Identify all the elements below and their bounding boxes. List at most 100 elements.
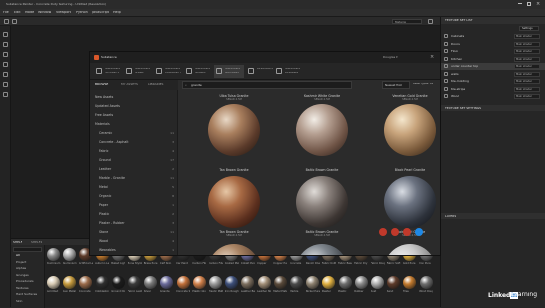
visibility-icon[interactable] (444, 64, 448, 68)
material-preset-thumb[interactable] (95, 276, 109, 289)
material-thumbnail[interactable] (384, 244, 436, 255)
material-preset-thumb[interactable] (47, 276, 60, 289)
asset-type-filter[interactable]: Asset Types: All (413, 83, 433, 86)
material-preset-thumb[interactable] (176, 276, 190, 289)
texture-set-row[interactable]: Kitchen Main shader (441, 56, 545, 63)
filter-item[interactable]: Leather 2 (90, 165, 178, 173)
shader-dropdown[interactable]: Main shader (514, 71, 540, 77)
tab-my-assets[interactable]: MY ASSETS (121, 82, 138, 86)
shelf-category[interactable]: Hard Surfaces (16, 292, 37, 296)
eraser-tool-icon[interactable] (3, 42, 8, 47)
filter-item[interactable]: Updated Assets (90, 102, 178, 110)
texture-set-row[interactable]: Cabinets Main shader (441, 33, 545, 40)
menu-edit[interactable]: Edit (14, 11, 21, 14)
filter-item[interactable]: Materials (90, 120, 178, 128)
user-menu[interactable]: Douglas ▾ (383, 56, 398, 59)
download-icon[interactable] (379, 228, 387, 236)
paint-brush-icon[interactable] (4, 19, 9, 24)
shader-dropdown[interactable]: Main shader (514, 49, 540, 54)
visibility-icon[interactable] (444, 79, 448, 83)
filter-item[interactable]: Concrete - Asphalt 3 (90, 138, 178, 146)
nav-tab[interactable]: RESOURCES (246, 65, 276, 78)
close-icon[interactable]: × (536, 2, 540, 7)
filter-item[interactable]: Stone 11 (90, 228, 178, 236)
menu-mode[interactable]: Mode (25, 11, 34, 14)
paint-tool-icon[interactable] (3, 32, 8, 37)
material-preset-thumb[interactable] (354, 276, 368, 289)
material-preset-thumb[interactable] (419, 276, 433, 289)
nav-tab[interactable]: SUBSTANCE MATERIALS (214, 65, 244, 78)
texture-set-row[interactable]: under counter top Main shader (441, 63, 545, 70)
material-thumbnail[interactable] (208, 244, 260, 255)
shader-dropdown[interactable]: Main shader (514, 79, 540, 84)
material-preset-thumb[interactable] (371, 276, 384, 289)
shelf-category[interactable]: Textures (16, 286, 29, 290)
smudge-tool-icon[interactable] (3, 72, 8, 77)
texture-set-row[interactable]: Doors Main shader (441, 41, 545, 48)
texture-set-row[interactable]: Wood Main shader (441, 93, 545, 100)
material-thumbnail[interactable] (208, 176, 260, 228)
material-preset-thumb[interactable] (63, 248, 77, 261)
picker-tool-icon[interactable] (3, 92, 8, 97)
material-preset-thumb[interactable] (79, 276, 93, 289)
filter-item[interactable]: Ground 17 (90, 156, 178, 164)
filter-item[interactable]: Metal 5 (90, 183, 178, 191)
eraser-icon[interactable] (12, 19, 17, 24)
sort-dropdown[interactable]: Newest first (382, 81, 410, 89)
material-preset-thumb[interactable] (47, 248, 60, 261)
filter-item[interactable]: Plastic 2 (90, 210, 178, 218)
material-preset-thumb[interactable] (160, 276, 174, 289)
texture-set-row[interactable]: tile-molding Main shader (441, 78, 545, 85)
visibility-icon[interactable] (444, 86, 448, 91)
material-thumbnail[interactable] (296, 104, 348, 156)
search-field[interactable]: ⌕ granite (182, 81, 352, 89)
shader-dropdown[interactable]: Main shader (514, 41, 540, 47)
visibility-icon[interactable] (444, 94, 448, 98)
projection-tool-icon[interactable] (3, 52, 8, 57)
material-preset-thumb[interactable] (290, 276, 303, 289)
settings-button[interactable]: Settings (519, 26, 539, 31)
material-preset-thumb[interactable] (306, 276, 320, 289)
material-thumbnail[interactable] (208, 104, 260, 156)
material-preset-thumb[interactable] (192, 276, 206, 289)
favorite-icon[interactable] (391, 228, 399, 236)
material-thumbnail[interactable] (296, 244, 348, 255)
shelf-category[interactable]: Project (16, 260, 26, 264)
filter-item[interactable]: Wearables 1 (90, 246, 178, 254)
material-preset-thumb[interactable] (128, 276, 141, 289)
material-dropdown[interactable]: Material (392, 19, 422, 24)
tab-browse[interactable]: BROWSE (95, 82, 108, 86)
minimize-icon[interactable] (518, 3, 522, 4)
texture-set-row[interactable]: walls Main shader (441, 71, 545, 78)
tab-libraries[interactable]: LIBRARIES (148, 82, 163, 86)
filter-item[interactable]: Free Assets (90, 111, 178, 119)
visibility-icon[interactable] (444, 34, 448, 38)
filter-item[interactable]: Wood 4 (90, 237, 178, 245)
menu-help[interactable]: Help (113, 11, 121, 14)
polygon-fill-icon[interactable] (3, 62, 8, 67)
visibility-icon[interactable] (444, 41, 448, 46)
material-preset-thumb[interactable] (63, 276, 77, 289)
visibility-icon[interactable] (444, 49, 448, 53)
menu-viewport[interactable]: Viewport (56, 11, 71, 14)
material-preset-thumb[interactable] (403, 276, 417, 289)
material-preset-thumb[interactable] (387, 276, 401, 289)
nav-tab[interactable]: SUBSTANCE 3D ASSETS (94, 65, 124, 78)
nav-tab[interactable]: SUBSTANCE COMMUNITY (154, 65, 184, 78)
material-preset-thumb[interactable] (322, 276, 336, 289)
filter-item[interactable]: Paper 1 (90, 201, 178, 209)
material-preset-thumb[interactable] (111, 276, 125, 289)
shader-dropdown[interactable]: Main shader (514, 34, 540, 39)
shelf-category[interactable]: Skin (16, 299, 22, 303)
shelf-category[interactable]: Procedurals (16, 279, 34, 283)
tab-shelf2[interactable]: SHELF2 (31, 241, 42, 244)
menu-file[interactable]: File (3, 11, 9, 14)
material-thumbnail[interactable] (384, 176, 436, 228)
shader-dropdown[interactable]: Main shader (514, 56, 540, 62)
menu-window[interactable]: Window (38, 11, 51, 14)
tab-shelf[interactable]: SHELF (13, 241, 22, 244)
material-preset-thumb[interactable] (225, 276, 239, 289)
menu-python[interactable]: Python (76, 11, 88, 14)
shelf-category[interactable]: All (16, 253, 20, 257)
visibility-icon[interactable] (444, 56, 448, 61)
